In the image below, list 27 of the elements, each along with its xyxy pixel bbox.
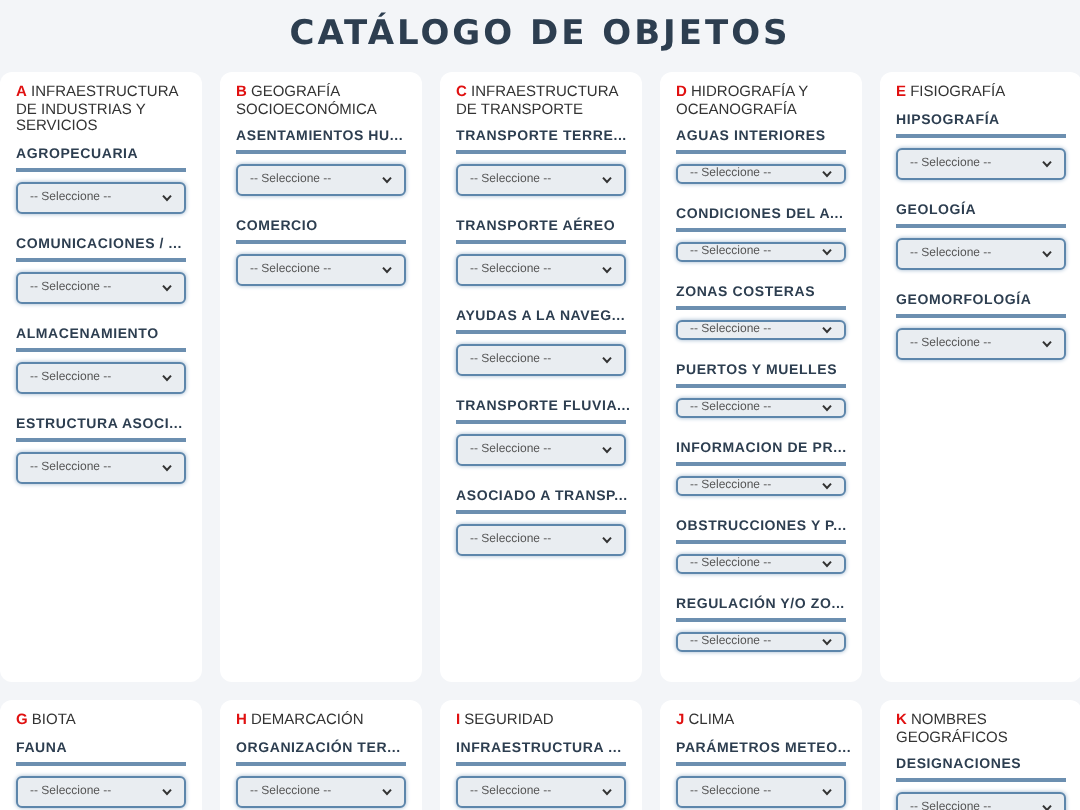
chevron-down-icon: [602, 536, 612, 544]
chevron-down-icon: [822, 326, 832, 334]
chevron-down-icon: [822, 248, 832, 256]
chevron-down-icon: [822, 560, 832, 568]
chevron-down-icon: [162, 373, 172, 381]
chevron-down-icon: [822, 638, 832, 646]
chevron-down-icon: [1042, 804, 1052, 810]
chevron-down-icon: [602, 176, 612, 184]
chevron-down-icon: [822, 404, 832, 412]
chevron-down-icon: [1042, 249, 1052, 257]
chevron-down-icon: [602, 787, 612, 795]
chevron-down-icon: [1042, 339, 1052, 347]
chevron-down-icon: [602, 446, 612, 454]
chevron-down-icon: [162, 283, 172, 291]
chevron-down-icon: [162, 463, 172, 471]
chevron-down-icon: [162, 193, 172, 201]
chevron-down-icon: [822, 482, 832, 490]
chevron-down-icon: [382, 266, 392, 274]
chevron-down-icon: [382, 787, 392, 795]
chevron-down-icon: [602, 356, 612, 364]
chevron-down-icon: [822, 787, 832, 795]
page-title: CATÁLOGO DE OBJETOS: [289, 10, 791, 58]
chevron-down-icon: [162, 787, 172, 795]
chevron-down-icon: [602, 266, 612, 274]
chevron-down-icon: [822, 170, 832, 178]
chevron-down-icon: [382, 176, 392, 184]
chevron-down-icon: [1042, 159, 1052, 167]
